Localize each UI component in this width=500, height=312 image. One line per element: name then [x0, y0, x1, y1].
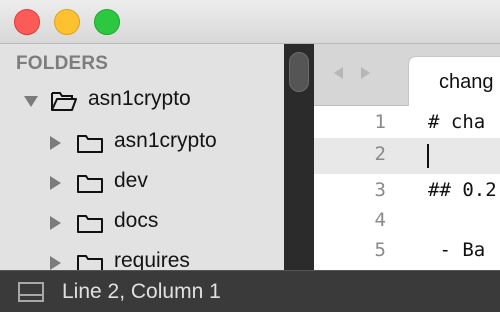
folders-heading: FOLDERS — [16, 53, 109, 74]
line-number: 4 — [374, 209, 386, 231]
close-window-button[interactable] — [14, 9, 40, 35]
folder-icon — [77, 135, 103, 153]
cursor-position-status: Line 2, Column 1 — [62, 280, 221, 303]
tree-item-dev[interactable]: dev — [0, 163, 284, 203]
folder-icon — [77, 255, 103, 270]
tree-item-label: requires — [114, 249, 190, 270]
text-cursor — [427, 144, 429, 168]
line-number: 2 — [374, 143, 386, 165]
code-editor[interactable]: 1 # cha 2 3 ## 0.2 4 5 - Ba — [314, 106, 500, 270]
minimize-window-button[interactable] — [54, 9, 80, 35]
panel-toggle-icon[interactable] — [18, 282, 44, 302]
tree-item-requires[interactable]: requires — [0, 243, 284, 270]
tree-item-label: dev — [114, 169, 148, 192]
line-number: 3 — [374, 179, 386, 201]
active-file-tab[interactable]: chang — [408, 56, 500, 106]
title-bar — [0, 0, 500, 44]
tree-item-label: asn1crypto — [88, 87, 191, 110]
line-text: ## 0.2 — [428, 179, 497, 201]
line-number: 5 — [374, 239, 386, 261]
folder-icon — [77, 175, 103, 193]
expanded-arrow-icon[interactable] — [22, 92, 40, 110]
sidebar-scrollbar-thumb[interactable] — [289, 52, 309, 92]
collapsed-arrow-icon[interactable] — [46, 134, 64, 152]
collapsed-arrow-icon[interactable] — [46, 174, 64, 192]
tab-bar: chang — [314, 44, 500, 106]
line-number: 1 — [374, 111, 386, 133]
sublime-window: FOLDERS asn1crypto asn1crypto dev docs r… — [0, 0, 500, 312]
tab-back-arrow-icon[interactable] — [330, 64, 348, 82]
tab-label: chang — [439, 71, 494, 93]
editor-line[interactable]: 1 # cha — [314, 106, 500, 142]
collapsed-arrow-icon[interactable] — [46, 214, 64, 232]
collapsed-arrow-icon[interactable] — [46, 254, 64, 270]
status-bar: Line 2, Column 1 — [0, 270, 500, 312]
editor-current-line[interactable]: 2 — [314, 138, 500, 174]
line-text: - Ba — [428, 239, 486, 261]
tree-item-docs[interactable]: docs — [0, 203, 284, 243]
folder-icon — [77, 215, 103, 233]
tab-forward-arrow-icon[interactable] — [356, 64, 374, 82]
editor-line[interactable]: 5 - Ba — [314, 234, 500, 270]
tree-item-label: asn1crypto — [114, 129, 217, 152]
zoom-window-button[interactable] — [94, 9, 120, 35]
line-text: # cha — [428, 111, 486, 133]
sidebar-scrollbar-track[interactable] — [284, 44, 314, 270]
tree-item-root-folder[interactable]: asn1crypto — [0, 81, 284, 121]
folder-sidebar: FOLDERS asn1crypto asn1crypto dev docs r… — [0, 44, 284, 270]
folder-open-icon — [51, 92, 77, 111]
tree-item-asn1crypto[interactable]: asn1crypto — [0, 123, 284, 163]
tree-item-label: docs — [114, 209, 159, 232]
